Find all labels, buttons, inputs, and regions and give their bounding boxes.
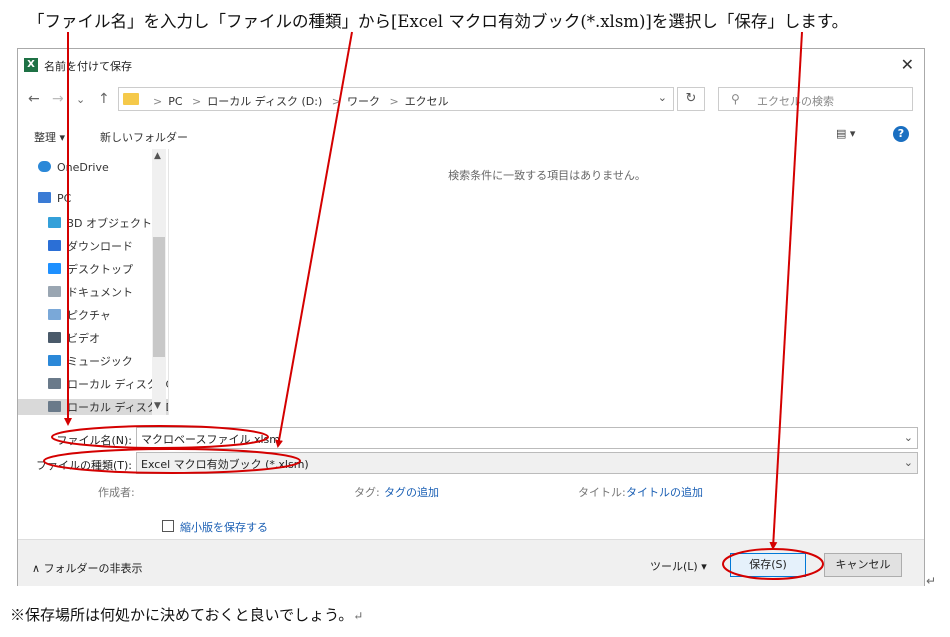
chevron-up-icon: ∧ — [32, 562, 44, 575]
sidebar-item[interactable]: ダウンロード — [48, 238, 133, 258]
save-thumbnail-checkbox[interactable]: 縮小版を保存する — [162, 519, 268, 535]
checkbox-icon[interactable] — [162, 520, 174, 532]
drive-icon — [48, 378, 61, 389]
filetype-select[interactable]: Excel マクロ有効ブック (*.xlsm) ⌄ — [136, 452, 918, 474]
chevron-down-icon[interactable]: ⌄ — [904, 456, 913, 469]
computer-icon — [38, 192, 51, 203]
note-text: ※保存場所は何処かに決めておくと良いでしょう。↵ — [10, 604, 363, 625]
breadcrumb: > PC > ローカル ディスク (D:) > ワーク > エクセル — [147, 93, 449, 109]
add-title-link[interactable]: タイトルの追加 — [626, 484, 703, 500]
dialog-title: 名前を付けて保存 — [44, 60, 132, 73]
scroll-down-icon[interactable]: ▼ — [154, 401, 161, 411]
tags-label: タグ: — [354, 486, 380, 499]
save-thumbnail-label: 縮小版を保存する — [180, 521, 268, 534]
search-input[interactable]: ⚲ エクセルの検索 — [718, 87, 913, 111]
sidebar-item-label: 3D オブジェクト — [67, 217, 152, 230]
cloud-icon — [38, 161, 51, 172]
return-mark: ↵ — [353, 609, 364, 623]
address-bar[interactable]: > PC > ローカル ディスク (D:) > ワーク > エクセル ⌄ — [118, 87, 674, 111]
save-as-dialog: X 名前を付けて保存 ✕ ← → ⌄ ↑ > PC > ローカル ディスク (D:)… — [17, 48, 925, 586]
sidebar-item-label: ピクチャ — [67, 309, 111, 322]
nav-scrollbar[interactable]: ▲ ▼ — [152, 149, 166, 415]
sidebar-item[interactable]: OneDrive — [38, 161, 109, 181]
breadcrumb-excel[interactable]: エクセル — [405, 95, 449, 108]
toolbar: 整理 ▾ 新しいフォルダー ▤ ▾ ? — [18, 121, 924, 149]
desktop-icon — [48, 263, 61, 274]
chevron-down-icon[interactable]: ⌄ — [904, 431, 913, 444]
sidebar-item[interactable]: ビデオ — [48, 330, 100, 350]
instruction-text: 「ファイル名」を入力し「ファイルの種類」から[Excel マクロ有効ブック(*.… — [28, 12, 849, 31]
sidebar-item-label: デスクトップ — [67, 263, 133, 276]
view-options-icon[interactable]: ▤ ▾ — [836, 127, 855, 140]
sidebar-item-label: OneDrive — [57, 161, 109, 174]
tools-menu[interactable]: ツール(L) ▾ — [650, 558, 707, 574]
drive-icon — [48, 401, 61, 412]
sidebar-item[interactable]: 3D オブジェクト — [48, 215, 152, 235]
filetype-row: ファイルの種類(T): Excel マクロ有効ブック (*.xlsm) ⌄ — [18, 452, 924, 476]
up-arrow-icon[interactable]: ↑ — [98, 91, 110, 107]
filename-row: ファイル名(N): マクロベースファイル.xlsm ⌄ — [18, 427, 924, 451]
sidebar-item[interactable]: ローカル ディスク (C — [48, 376, 168, 396]
document-icon — [48, 286, 61, 297]
hide-folders-label: フォルダーの非表示 — [43, 562, 143, 575]
add-tag-link[interactable]: タグの追加 — [384, 484, 439, 500]
sidebar-item[interactable]: デスクトップ — [48, 261, 133, 281]
cancel-button[interactable]: キャンセル — [824, 553, 902, 577]
sidebar-item[interactable]: ドキュメント — [48, 284, 133, 304]
breadcrumb-separator: > — [389, 95, 399, 108]
filename-value: マクロベースファイル.xlsm — [141, 433, 280, 446]
sidebar-item[interactable]: ピクチャ — [48, 307, 111, 327]
pictures-icon — [48, 309, 61, 320]
breadcrumb-drive[interactable]: ローカル ディスク (D:) — [207, 95, 322, 108]
folder-icon — [123, 93, 139, 105]
title-bar: X 名前を付けて保存 ✕ — [18, 49, 924, 81]
sidebar-item[interactable]: ミュージック — [48, 353, 133, 373]
sidebar-item-label: ビデオ — [67, 332, 100, 345]
chevron-down-icon[interactable]: ⌄ — [658, 91, 667, 104]
empty-message: 検索条件に一致する項目はありません。 — [448, 169, 646, 182]
video-icon — [48, 332, 61, 343]
scroll-up-icon[interactable]: ▲ — [154, 151, 161, 161]
breadcrumb-pc[interactable]: PC — [168, 95, 182, 108]
forward-arrow-icon[interactable]: → — [52, 91, 64, 107]
sidebar-item-label: PC — [57, 192, 72, 205]
filetype-label: ファイルの種類(T): — [35, 459, 132, 472]
filename-label: ファイル名(N): — [56, 434, 132, 447]
breadcrumb-separator: > — [331, 95, 341, 108]
navigation-pane: OneDrive PC 3D オブジェクト ダウンロード デスクトップ ドキュメント ピクチ… — [18, 149, 168, 415]
author-label: 作成者: — [98, 486, 135, 499]
back-arrow-icon[interactable]: ← — [28, 91, 40, 107]
scroll-thumb[interactable] — [153, 237, 165, 357]
refresh-icon[interactable]: ↻ — [677, 87, 705, 111]
bottom-bar: ∧ フォルダーの非表示 ツール(L) ▾ 保存(S) キャンセル — [18, 539, 924, 586]
breadcrumb-work[interactable]: ワーク — [347, 95, 380, 108]
search-icon: ⚲ — [731, 92, 740, 106]
note-label: ※保存場所は何処かに決めておくと良いでしょう。 — [10, 606, 354, 624]
filetype-value: Excel マクロ有効ブック (*.xlsm) — [141, 458, 309, 471]
download-icon — [48, 240, 61, 251]
breadcrumb-separator: > — [192, 95, 202, 108]
title-label: タイトル: — [578, 486, 626, 499]
sidebar-item[interactable]: ローカル ディスク (D — [18, 399, 168, 415]
return-mark: ↵ — [926, 574, 937, 588]
sidebar-item-label: ダウンロード — [67, 240, 133, 253]
search-placeholder: エクセルの検索 — [757, 95, 834, 108]
excel-icon: X — [24, 58, 38, 72]
cube-icon — [48, 217, 61, 228]
recent-locations-icon[interactable]: ⌄ — [76, 93, 85, 106]
organize-menu[interactable]: 整理 ▾ — [34, 129, 65, 145]
help-icon[interactable]: ? — [893, 126, 909, 142]
new-folder-button[interactable]: 新しいフォルダー — [100, 129, 188, 145]
filename-field[interactable]: マクロベースファイル.xlsm ⌄ — [136, 427, 918, 449]
breadcrumb-separator: > — [153, 95, 163, 108]
music-icon — [48, 355, 61, 366]
sidebar-item[interactable]: PC — [38, 192, 71, 212]
save-button[interactable]: 保存(S) — [730, 553, 806, 577]
navigation-bar: ← → ⌄ ↑ > PC > ローカル ディスク (D:) > ワーク > エクセル ⌄… — [18, 85, 924, 115]
sidebar-item-label: ドキュメント — [67, 286, 133, 299]
file-list: 検索条件に一致する項目はありません。 — [168, 149, 925, 415]
hide-folders-button[interactable]: ∧ フォルダーの非表示 — [32, 560, 143, 576]
close-icon[interactable]: ✕ — [901, 55, 914, 74]
sidebar-item-label: ミュージック — [67, 355, 133, 368]
